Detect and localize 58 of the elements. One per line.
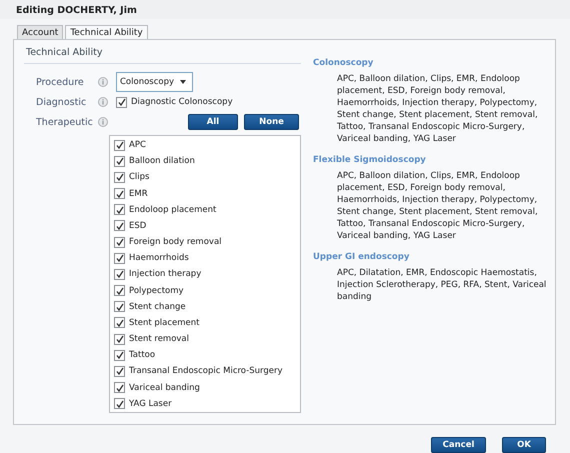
checkbox-label: Injection therapy xyxy=(129,269,202,280)
section-title: Technical Ability xyxy=(24,44,301,64)
checkbox-label: Balloon dilation xyxy=(129,156,195,166)
checkbox-label: Variceal banding xyxy=(129,382,200,393)
checkbox-label: Stent removal xyxy=(129,334,189,344)
field-label: Procedure xyxy=(36,76,85,88)
checkbox-label: Endoloop placement xyxy=(129,204,216,215)
caret-icon xyxy=(180,80,186,84)
checkbox[interactable] xyxy=(114,317,125,328)
checkbox[interactable] xyxy=(114,398,125,410)
window-title: Editing DOCHERTY, Jim xyxy=(0,0,570,19)
info-icon xyxy=(98,77,108,87)
checkbox-label: Foreign body removal xyxy=(129,237,222,248)
checkbox-label: Polypectomy xyxy=(129,286,184,296)
checkbox[interactable] xyxy=(114,285,125,296)
info-icon xyxy=(98,97,108,107)
checkbox[interactable] xyxy=(114,172,125,183)
checkbox[interactable] xyxy=(114,301,125,312)
checkbox[interactable] xyxy=(114,366,125,377)
summary-heading: Upper GI endoscopy xyxy=(313,252,410,262)
checkbox-label: Stent placement xyxy=(129,318,200,328)
select-none-button[interactable]: None xyxy=(244,114,299,130)
checkbox[interactable] xyxy=(114,236,125,248)
cancel-button[interactable]: Cancel xyxy=(431,437,486,453)
info-icon xyxy=(98,117,108,127)
procedure-dropdown[interactable]: Colonoscopy xyxy=(116,72,194,92)
checkbox[interactable] xyxy=(114,188,125,200)
field-label: Therapeutic xyxy=(36,116,94,128)
checkbox-label: Diagnostic Colonoscopy xyxy=(131,97,233,107)
checkbox[interactable] xyxy=(114,382,125,394)
checkbox[interactable] xyxy=(116,96,127,108)
tab[interactable]: Technical Ability xyxy=(65,25,148,40)
checkbox[interactable] xyxy=(114,156,125,167)
checkbox-label: Tattoo xyxy=(129,350,156,360)
checkbox-label: Clips xyxy=(129,172,150,182)
summary-text: APC, Balloon dilation, Clips, EMR, Endoloop placement, ESD, Foreign body removal, Haemorrhoids, Injection therapy, Polypectomy, Stent change, Stent placement, Stent removal, Tattoo, Transanal Endoscopic Micro-Surgery, Variceal banding, YAG Laser xyxy=(337,170,539,242)
checkbox-label: APC xyxy=(129,140,146,150)
checkbox-label: Stent change xyxy=(129,302,186,312)
checkbox-label: Transanal Endoscopic Micro-Surgery xyxy=(129,366,282,376)
checkbox[interactable] xyxy=(114,334,125,345)
summary-heading: Colonoscopy xyxy=(313,58,374,68)
checkbox[interactable] xyxy=(114,140,125,151)
checkbox[interactable] xyxy=(114,204,125,216)
ok-button[interactable]: OK xyxy=(502,437,546,453)
checkbox-label: YAG Laser xyxy=(129,398,172,409)
summary-text: APC, Dilatation, EMR, Endoscopic Haemostatis, Injection Sclerotherapy, PEG, RFA, Stent, Variceal banding xyxy=(337,267,548,303)
checkbox-label: Haemorrhoids xyxy=(129,253,189,264)
checkbox-label: EMR xyxy=(129,188,148,199)
checkbox[interactable] xyxy=(114,220,125,232)
tab[interactable]: Account xyxy=(17,25,64,40)
checkbox[interactable] xyxy=(114,268,125,280)
summary-heading: Flexible Sigmoidoscopy xyxy=(313,155,427,165)
checkbox[interactable] xyxy=(114,350,125,361)
select-all-button[interactable]: All xyxy=(188,114,238,130)
checkbox-label: ESD xyxy=(129,220,146,231)
summary-text: APC, Balloon dilation, Clips, EMR, Endoloop placement, ESD, Foreign body removal, Haemorrhoids, Injection therapy, Polypectomy, Stent change, Stent placement, Stent removal, Tattoo, Transanal Endoscopic Micro-Surgery, Variceal banding, YAG Laser xyxy=(337,73,539,145)
field-label: Diagnostic xyxy=(36,96,88,108)
checkbox[interactable] xyxy=(114,252,125,264)
